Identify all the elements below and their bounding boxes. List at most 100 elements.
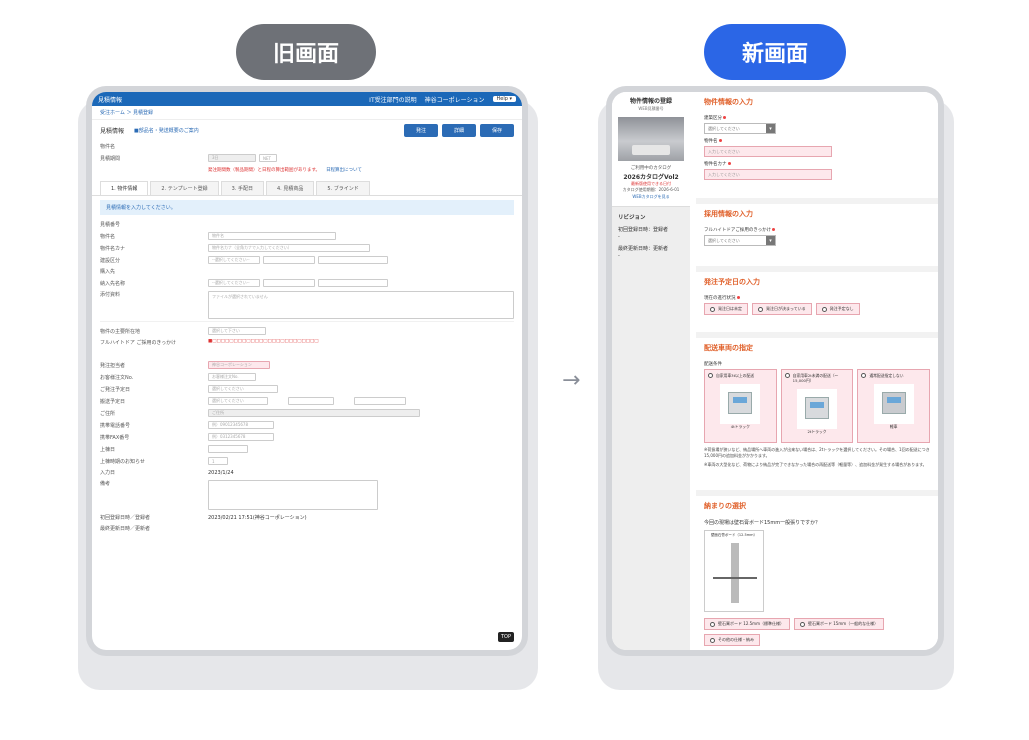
construction-input[interactable] (318, 256, 388, 264)
order-radio-none[interactable]: 発注予定なし (815, 303, 860, 315)
detail-button[interactable]: 詳細 (441, 124, 476, 137)
field-label: フルハイトドア ご採用のきっかけ (100, 340, 177, 346)
field-label: 物件名 (100, 144, 116, 150)
ridge-date-input[interactable] (208, 445, 248, 453)
notice-link[interactable]: 日程算出について (326, 167, 362, 173)
vehicle-card-4t[interactable]: 自家用車3t以上の配送 4tトラック (704, 369, 777, 443)
finish-radio-other[interactable]: その他の仕様・納み (704, 634, 760, 646)
field-label: 物件名 (100, 233, 116, 240)
vehicle-section: 配送車両の指定 配送条件 自家用車3t以上の配送 4tトラック 自家用車2t未満… (696, 338, 938, 490)
order-button[interactable]: 発注 (403, 124, 438, 137)
tab-products[interactable]: 4. 見積商品 (265, 181, 315, 195)
tab-template[interactable]: 2. テンプレート登録 (150, 181, 219, 195)
field-label: 搬送予定日 (100, 398, 126, 405)
header-link-1[interactable]: IT受注部門の説明 (369, 95, 416, 104)
field-label: お客様注文No. (100, 374, 134, 381)
finish-question: 今回の現場は壁石膏ボード15mm一般張りですか？ (704, 520, 821, 526)
tab-property[interactable]: 1. 物件情報 (100, 181, 149, 195)
old-section-link[interactable]: ■部品名・発送概要のご案内 (134, 127, 199, 134)
revision-created-value: - (618, 234, 620, 240)
field-label: 入力日 (100, 470, 116, 476)
field-label: 物件名カナ (704, 161, 930, 167)
top-button[interactable]: TOP (497, 632, 514, 642)
new-screen: 物件情報の登録 WEB見積番号 ご利用中のカタログ 2026カタログVol2 最… (612, 92, 938, 650)
web-estimate-number: WEB見積番号 (638, 106, 664, 111)
field-label: ご住所 (100, 410, 116, 417)
staff-select[interactable]: 神谷コーポレーション (208, 361, 270, 369)
old-tabs: 1. 物件情報 2. テンプレート登録 3. 手配日 4. 見積商品 5. ブラ… (92, 175, 522, 196)
ship-date-select[interactable]: 選択してください (208, 397, 268, 405)
field-label: 物件名カナ (100, 245, 126, 252)
old-screen-label: 旧画面 (236, 24, 376, 80)
vehicle-card-2t[interactable]: 自家用車2t未満の配送（～15,000円） 2tトラック (780, 369, 854, 443)
field-label: 上棟時期のお知らせ (100, 458, 145, 465)
catalog-label: ご利用中のカタログ (630, 166, 672, 171)
order-radio-undecided[interactable]: 発注日は未定 (704, 303, 748, 315)
period-input[interactable]: 3日 (208, 154, 256, 162)
revision-updated: 最終更新日時：更新者 (618, 246, 669, 252)
section-title: 物件情報の入力 (704, 98, 753, 106)
header-link-2[interactable]: 神谷コーポレーション (425, 95, 485, 104)
field-label: 建設区分 (100, 257, 121, 264)
memo-textarea[interactable] (208, 480, 378, 510)
property-kana-input[interactable]: 入力してください (704, 169, 832, 180)
mobile-input[interactable]: 例）09012345678 (208, 421, 274, 429)
delivery-select[interactable]: --選択してください-- (208, 279, 260, 287)
construction-select[interactable]: --選択してください-- (208, 256, 260, 264)
old-section-title: 見積情報 (100, 128, 125, 135)
sidebar-title: 物件情報の登録 (629, 98, 672, 105)
field-label: 見積期間 (100, 155, 121, 162)
property-name-input[interactable]: 入力してください (704, 146, 832, 157)
revision-updated-value: - (618, 253, 620, 259)
field-label: 購入先 (100, 269, 116, 275)
field-label: 配送条件 (704, 362, 722, 367)
tab-schedule[interactable]: 3. 手配日 (220, 181, 264, 195)
attachment-area[interactable]: ファイルが選択されていません (208, 291, 514, 319)
help-menu[interactable]: Help ▾ (492, 96, 516, 102)
field-label: 添付資料 (100, 292, 121, 298)
tab-blind[interactable]: 5. ブラインド (316, 181, 370, 195)
construction-select[interactable]: 選択してください ▾ (704, 123, 776, 134)
finish-radio-15[interactable]: 壁石膏ボード 15mm（一般的な仕様） (793, 618, 885, 630)
fax-input[interactable]: 例）0312345678 (208, 433, 274, 441)
delivery-select-2[interactable] (263, 279, 315, 287)
revision-title: リビジョン (618, 215, 646, 221)
truck-2t-label: 2tトラック (807, 429, 827, 434)
delivery-input[interactable] (318, 279, 388, 287)
notice-count-select[interactable]: 1 (208, 457, 228, 465)
field-label: 発注担当者 (100, 362, 126, 369)
truck-4t-label: 4tトラック (730, 424, 750, 429)
save-button[interactable]: 保存 (479, 124, 514, 137)
field-label: 見積番号 (100, 222, 121, 228)
property-kana-input[interactable]: 物件名カナ（全角カナで入力してください） (208, 244, 370, 252)
section-title: 採用情報の入力 (704, 210, 753, 218)
construction-select-2[interactable] (263, 256, 315, 264)
property-name-input[interactable]: 物件名 (208, 232, 336, 240)
wall-diagram: 壁面石膏ボード（12.5mm） (704, 530, 764, 612)
vehicle-note-2: ※車両の大型化など、荷物により納品が完了できなかった場合の再配送等（軽量等）、追… (704, 462, 927, 467)
truck-4t-icon (728, 392, 753, 414)
adoption-select[interactable]: 選択してください ▾ (704, 235, 776, 246)
ship-date-select-2[interactable] (354, 397, 406, 405)
location-select[interactable]: 選択して下さい (208, 327, 266, 335)
finish-radio-125[interactable]: 壁石膏ボード 12.5mm（標準仕様） (704, 618, 790, 630)
old-topbar: 見積情報 IT受注部門の説明 神谷コーポレーション Help ▾ (92, 92, 522, 106)
period-notice: 発注期間数（製品期間）と日程の算出範囲があります。 (208, 167, 321, 173)
field-label: 最終更新日時／更新者 (100, 526, 151, 532)
address-input[interactable]: ご住所 (208, 409, 420, 417)
truck-light-icon (881, 392, 906, 414)
field-label: フルハイトドアご採用のきっかけ (704, 227, 930, 233)
customer-order-input[interactable]: お客様注文No. (208, 373, 256, 381)
old-app-title: 見積情報 (98, 96, 123, 104)
catalog-link[interactable]: WEBカタログを見る (616, 194, 686, 200)
vehicle-card-light[interactable]: 通常配送指定しない 軽車 (857, 369, 931, 443)
field-label: 携帯電話番号 (100, 422, 131, 429)
info-bar: 見積情報を入力してください。 (100, 200, 514, 215)
order-date-select[interactable]: 選択してください (208, 385, 278, 393)
adoption-section: 採用情報の入力 フルハイトドアご採用のきっかけ 選択してください ▾ (696, 204, 938, 266)
breadcrumb[interactable]: 受注ホーム ＞ 見積登録 (92, 106, 522, 120)
field-label: 初回登録日時／登録者 (100, 515, 151, 521)
net-badge: NET (259, 154, 277, 162)
order-radio-decided[interactable]: 発注日が決まっている (752, 303, 812, 315)
ship-date-input[interactable] (288, 397, 334, 405)
